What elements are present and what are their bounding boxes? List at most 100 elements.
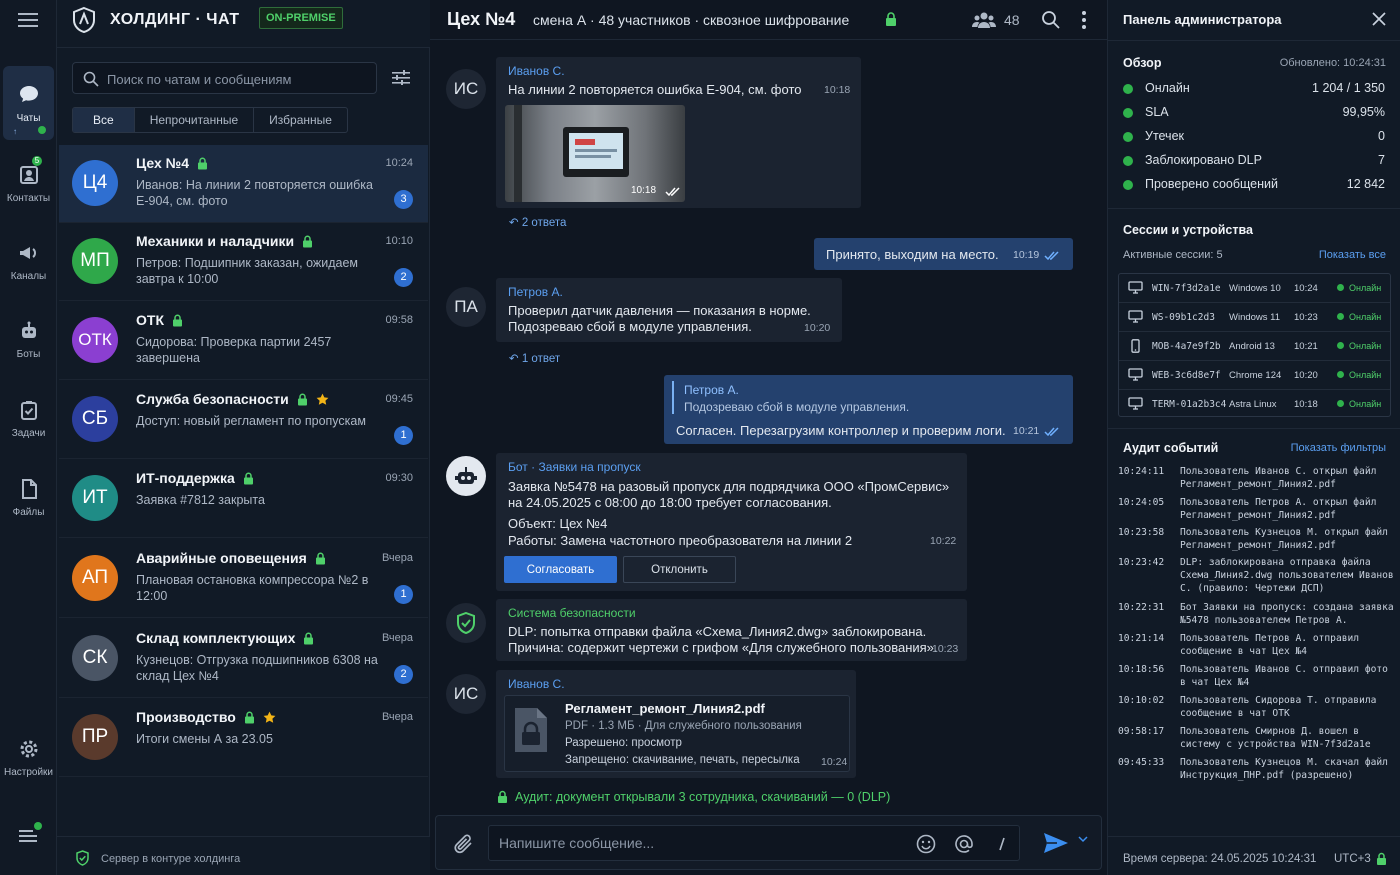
file-name[interactable]: Регламент_ремонт_Линия2.pdf [565,701,765,716]
session-device: TERM-01a2b3c4 [1152,399,1227,410]
search-icon[interactable] [1041,10,1060,29]
session-row[interactable]: TERM-01a2b3c4 Astra Linux 10:18 Онлайн [1119,390,1390,419]
rail-item-chats[interactable]: Чаты ↑ [3,66,54,140]
audit-time: 10:23:42 [1118,557,1165,568]
photo-attachment[interactable]: 10:18 [505,105,685,202]
rail-item-files[interactable]: Файлы [3,460,54,534]
chat-avatar: СБ [72,396,118,442]
audit-time: 10:24:11 [1118,466,1165,477]
filter-settings-icon[interactable] [391,68,411,88]
chat-list-item[interactable]: ИТ ИТ-поддержка 09:30 Заявка #7812 закрыта [59,460,428,538]
chat-name-text: Производство [136,709,236,725]
message-author[interactable]: Иванов С. [508,64,565,78]
search-input[interactable] [107,69,367,89]
chat-name-text: Механики и наладчики [136,233,295,249]
avatar[interactable]: ИС [446,69,486,109]
star-icon[interactable] [263,711,276,724]
reject-button[interactable]: Отклонить [623,556,736,583]
members-button[interactable]: 48 [972,10,1020,30]
more-vertical-icon[interactable] [1081,10,1087,30]
session-device: WS-09b1c2d3 [1152,312,1215,323]
send-icon[interactable] [1043,831,1069,855]
tab-favorites[interactable]: Избранные [254,108,347,132]
paperclip-icon[interactable] [453,832,475,856]
replies-count: 2 ответа [521,217,567,229]
lock-icon [303,235,313,247]
status-list-icon[interactable] [18,822,42,844]
menu-icon[interactable] [17,11,39,29]
rail-label: Задачи [11,427,46,439]
chat-avatar: ОТК [72,317,118,363]
rail-item-settings[interactable]: Настройки [3,720,54,794]
message-author[interactable]: Бот · Заявки на пропуск [508,460,641,474]
rail-item-tasks[interactable]: Задачи [3,381,54,455]
star-icon[interactable] [316,393,329,406]
chat-list-item[interactable]: СК Склад комплектующих Вчера Кузнецов: Отгр… [59,620,428,698]
message-author[interactable]: Система безопасности [508,606,636,620]
lock-icon [498,790,507,803]
monitor-icon [1128,281,1143,294]
double-check-icon [1044,427,1059,436]
avatar[interactable]: ИС [446,674,486,714]
bot-avatar[interactable] [446,456,486,496]
message-input[interactable] [488,825,1020,861]
search-field[interactable] [72,62,377,94]
shield-check-icon [76,850,89,866]
app-title: ХОЛДИНГ · ЧАТ [110,11,240,28]
chat-preview: Кузнецов: Отгрузка подшипников 6308 на с… [136,653,378,683]
tab-all[interactable]: Все [73,108,135,132]
audit-note-text: Аудит: документ открывали 3 сотрудника, … [515,790,891,804]
slash-command-icon[interactable] [992,834,1012,854]
send-options-icon[interactable] [1078,836,1088,844]
mention-icon[interactable] [954,834,974,854]
session-row[interactable]: WS-09b1c2d3 Windows 11 10:23 Онлайн [1119,303,1390,332]
close-icon[interactable] [1372,12,1386,26]
security-avatar[interactable] [446,603,486,643]
replies-link[interactable]: ↶ 1 ответ [509,351,560,365]
rail-item-contacts[interactable]: Контакты 5 [3,146,54,220]
audit-time: 10:24:05 [1118,497,1165,508]
unread-badge: 1 [394,426,413,445]
session-row[interactable]: WIN-7f3d2a1e Windows 10 10:24 Онлайн [1119,274,1390,303]
audit-text: Пользователь Иванов С. открыл файл Регла… [1180,466,1377,490]
message-text: На линии 2 повторяется ошибка E-904, см.… [508,82,802,97]
contacts-icon [19,165,38,184]
message-bubble-bot: Бот · Заявки на пропуск Заявка №5478 на … [496,453,967,591]
audit-text: Пользователь Петров А. отправил сообщени… [1180,633,1360,657]
rail-label: Каналы [10,270,47,282]
session-row[interactable]: MOB-4a7e9f2b Android 13 10:21 Онлайн [1119,332,1390,361]
session-os: Windows 11 [1229,312,1281,323]
chat-time: Вчера [381,632,413,644]
session-os: Android 13 [1229,341,1275,352]
rail-item-channels[interactable]: Каналы [3,224,54,298]
message-author[interactable]: Иванов С. [508,677,565,691]
chat-list-item[interactable]: Ц4 Цех №4 10:24 Иванов: На линии 2 повторяе… [59,145,428,223]
emoji-icon[interactable] [916,834,936,854]
overview-title: Обзор [1123,56,1162,70]
file-attachment[interactable]: Регламент_ремонт_Линия2.pdf PDF · 1.3 МБ… [504,695,850,772]
message-author[interactable]: Петров А. [508,285,563,299]
lock-icon [244,711,254,723]
chat-time: Вчера [381,711,413,723]
chat-list-item[interactable]: ОТК ОТК 09:58 Сидорова: Проверка партии 245… [59,302,428,380]
chat-time: 09:45 [385,393,413,405]
audit-text: Бот Заявки на пропуск: создана заявка №5… [1180,602,1394,626]
chat-list-item[interactable]: МП Механики и наладчики 10:10 Петров: Подши… [59,223,428,301]
chat-list-item[interactable]: АП Аварийные оповещения Вчера Плановая оста… [59,540,428,618]
approve-button[interactable]: Согласовать [504,556,617,583]
chat-list-item[interactable]: СБ Служба безопасности 09:45 Доступ: новый … [59,381,428,459]
on-premise-badge: ON-PREMISE [259,7,343,29]
message-time: 10:18 [824,84,851,96]
show-filters-link[interactable]: Показать фильтры [1291,442,1386,454]
quote-author[interactable]: Петров А. [684,383,739,397]
avatar[interactable]: ПА [446,287,486,327]
overview-value: 99,95% [1342,105,1385,119]
rail-item-bots[interactable]: Боты [3,302,54,376]
tab-unread[interactable]: Непрочитанные [135,108,255,132]
replies-link[interactable]: ↶ 2 ответа [509,215,566,229]
server-time: Время сервера: 24.05.2025 10:24:31 [1123,853,1317,865]
chat-list-item[interactable]: ПР Производство Вчера Итоги смены А за 23.0… [59,699,428,777]
show-all-sessions-link[interactable]: Показать все [1319,249,1386,261]
session-row[interactable]: WEB-3c6d8e7f Chrome 124 10:20 Онлайн [1119,361,1390,390]
quote-text: Подозреваю сбой в модуле управления. [684,400,910,414]
